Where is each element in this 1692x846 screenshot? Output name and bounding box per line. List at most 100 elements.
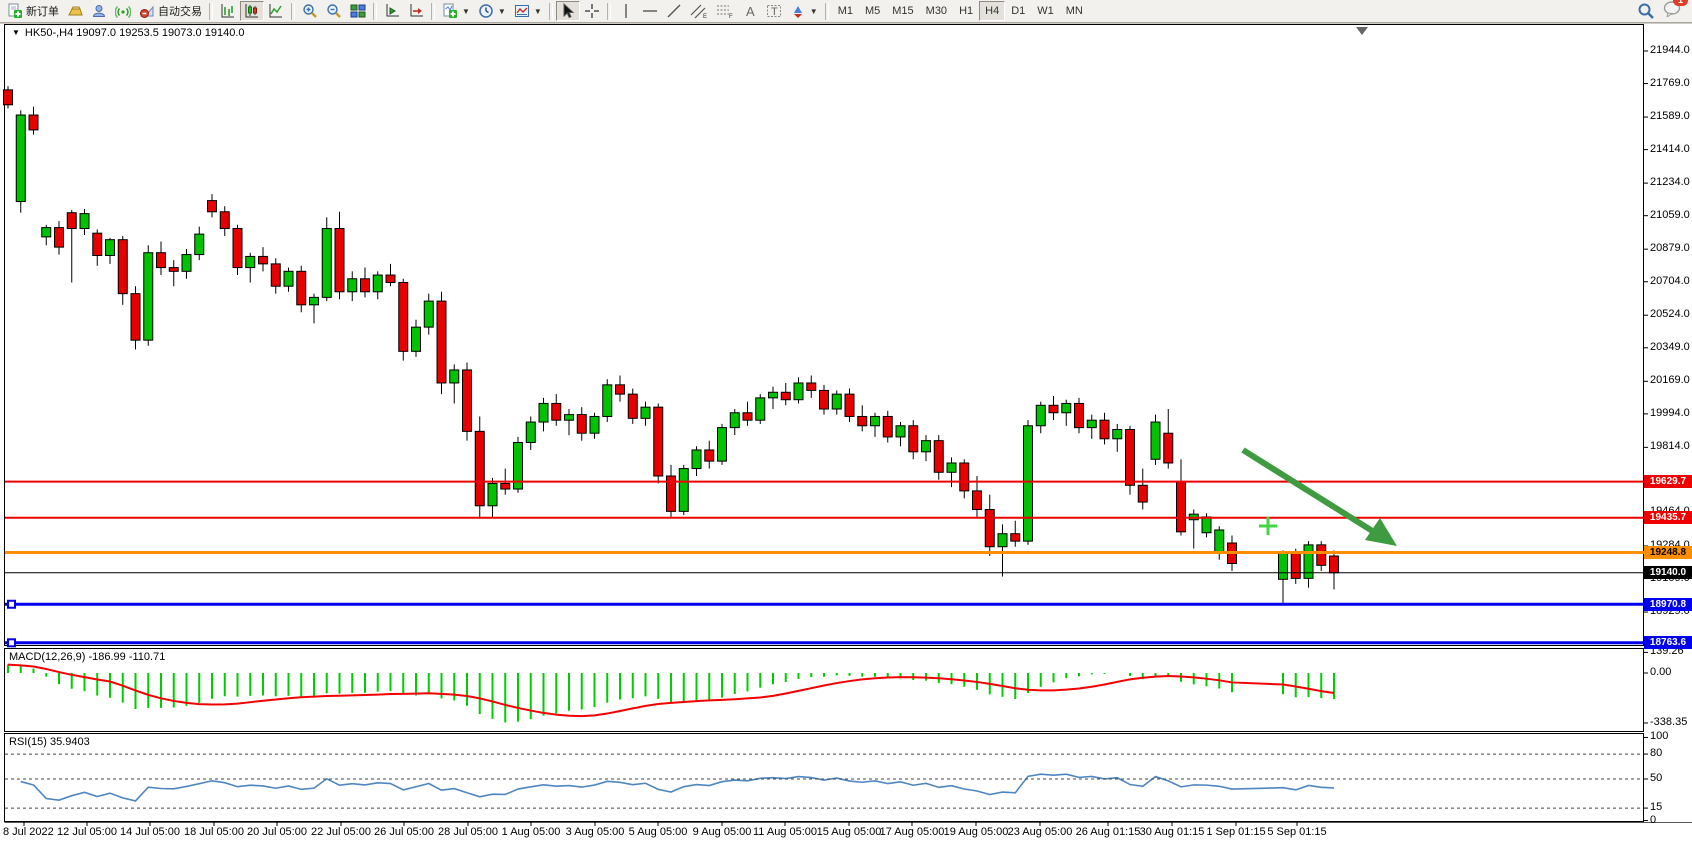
candle-body: [361, 279, 370, 292]
zoom-out-button[interactable]: [322, 1, 346, 21]
cursor-tool-button[interactable]: [556, 1, 580, 21]
indicators-button[interactable]: ▼: [510, 1, 546, 21]
candle-body: [208, 201, 217, 212]
vertical-line-icon: [618, 3, 634, 19]
periods-button[interactable]: ▼: [474, 1, 510, 21]
candle-body: [565, 415, 574, 421]
autotrading-button[interactable]: 自动交易: [135, 1, 206, 21]
crosshair-tool-button[interactable]: [580, 1, 604, 21]
line-drag-handle[interactable]: [8, 639, 15, 646]
line-drag-handle[interactable]: [8, 601, 15, 608]
svg-text:E: E: [703, 14, 707, 19]
indicators-icon: [514, 3, 530, 19]
price-axis-label: 21059.0: [1650, 209, 1690, 221]
timeframe-button-m15[interactable]: M15: [886, 1, 919, 21]
horizontal-line-tool-button[interactable]: [638, 1, 662, 21]
search-button[interactable]: [1637, 2, 1655, 20]
candle-body: [322, 229, 331, 298]
toolbar-separator: [607, 3, 611, 20]
timeframe-button-h4[interactable]: H4: [979, 1, 1005, 21]
candle-body: [985, 510, 994, 547]
candle-body: [220, 212, 229, 229]
arrows-tool-button[interactable]: ▼: [786, 1, 822, 21]
candle-body: [590, 416, 599, 433]
chart-shift-button[interactable]: [380, 1, 404, 21]
chart-canvas[interactable]: [0, 0, 1692, 846]
candle-body: [93, 233, 102, 255]
candle-body: [947, 463, 956, 472]
timeframe-button-m1[interactable]: M1: [832, 1, 859, 21]
trendline-tool-button[interactable]: [662, 1, 686, 21]
bar-chart-icon: [220, 3, 236, 19]
candle-body: [450, 370, 459, 383]
time-axis-label: 9 Aug 05:00: [693, 826, 752, 838]
price-axis-label: 20169.0: [1650, 374, 1690, 386]
candle-body: [909, 426, 918, 452]
candle-body: [794, 383, 803, 400]
macd-axis-label: 0.00: [1650, 666, 1671, 678]
timeframe-button-w1[interactable]: W1: [1031, 1, 1060, 21]
candle-body: [157, 253, 166, 268]
new-order-button[interactable]: 新订单: [3, 1, 63, 21]
candle-body: [1138, 485, 1147, 502]
candle-body: [1164, 433, 1173, 463]
vertical-line-tool-button[interactable]: [614, 1, 638, 21]
candle-body: [960, 463, 969, 491]
timeframe-button-h1[interactable]: H1: [953, 1, 979, 21]
rsi-axis-label: 100: [1650, 730, 1668, 742]
time-axis-label: 19 Aug 05:00: [944, 826, 1009, 838]
text-label-tool-button[interactable]: T: [762, 1, 786, 21]
auto-scroll-button[interactable]: [404, 1, 428, 21]
fibonacci-tool-button[interactable]: F: [712, 1, 738, 21]
candle-body: [654, 407, 663, 476]
macd-label: MACD(12,26,9) -186.99 -110.71: [9, 651, 165, 663]
timeframe-button-mn[interactable]: MN: [1060, 1, 1089, 21]
dropdown-arrow-icon: ▼: [498, 7, 506, 16]
chat-button[interactable]: 1: [1663, 0, 1681, 22]
candle-body: [1330, 556, 1339, 573]
time-axis-label: 1 Aug 05:00: [502, 826, 561, 838]
candle-body: [386, 275, 395, 282]
zoom-in-button[interactable]: [298, 1, 322, 21]
price-axis-label: 21234.0: [1650, 176, 1690, 188]
candle-body: [871, 416, 880, 425]
candle-body: [1075, 403, 1084, 427]
candle-body: [4, 90, 13, 105]
time-axis-label: 8 Jul 2022: [3, 826, 54, 838]
time-axis-label: 18 Jul 05:00: [184, 826, 244, 838]
line-chart-button[interactable]: [264, 1, 288, 21]
candle-body: [475, 431, 484, 505]
timeframe-button-m5[interactable]: M5: [859, 1, 886, 21]
dropdown-arrow-icon: ▼: [810, 7, 818, 16]
candle-body: [1151, 422, 1160, 459]
candlestick-chart-button[interactable]: [240, 1, 264, 21]
trendline-icon: [666, 3, 682, 19]
tile-windows-button[interactable]: [346, 1, 370, 21]
time-axis-label: 23 Aug 05:00: [1008, 826, 1073, 838]
toolbar-right: 1: [1637, 0, 1689, 22]
candle-body: [883, 416, 892, 436]
time-axis-label: 30 Aug 01:15: [1140, 826, 1205, 838]
candle-body: [118, 240, 127, 294]
timeframe-button-d1[interactable]: D1: [1005, 1, 1031, 21]
cross-marker[interactable]: [1259, 525, 1277, 528]
equidistant-channel-tool-button[interactable]: E: [686, 1, 712, 21]
candle-body: [832, 394, 841, 409]
time-axis-label: 1 Sep 01:15: [1206, 826, 1265, 838]
rsi-axis-label: 80: [1650, 747, 1662, 759]
price-badge: 19248.8: [1644, 546, 1692, 559]
timeframe-button-m30[interactable]: M30: [920, 1, 953, 21]
tile-windows-icon: [350, 3, 366, 19]
time-axis-label: 15 Aug 05:00: [817, 826, 882, 838]
bar-chart-button[interactable]: [216, 1, 240, 21]
arrows-icon: [790, 3, 806, 19]
signals-button[interactable]: [111, 1, 135, 21]
candle-body: [246, 256, 255, 267]
new-order-label: 新订单: [26, 3, 59, 19]
text-tool-button[interactable]: A: [738, 1, 762, 21]
profile-button[interactable]: [87, 1, 111, 21]
templates-button[interactable]: ▼: [438, 1, 474, 21]
candle-body: [1062, 403, 1071, 412]
deposit-button[interactable]: [63, 1, 87, 21]
toolbar-separator: [291, 3, 295, 20]
